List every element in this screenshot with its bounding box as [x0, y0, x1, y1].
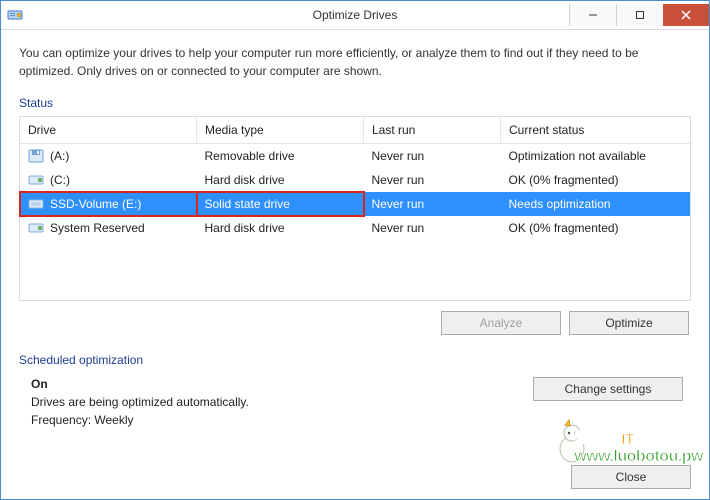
drives-table: Drive Media type Last run Current status…	[20, 117, 690, 240]
col-current-status[interactable]: Current status	[501, 117, 691, 144]
current-status: OK (0% fragmented)	[501, 168, 691, 192]
close-dialog-button[interactable]: Close	[571, 465, 691, 489]
table-row[interactable]: (C:) Hard disk driveNever runOK (0% fragm…	[20, 168, 690, 192]
last-run: Never run	[364, 216, 501, 240]
drive-icon	[28, 197, 44, 211]
table-row[interactable]: System Reserved Hard disk driveNever runO…	[20, 216, 690, 240]
drive-icon	[28, 221, 44, 235]
drive-icon	[28, 173, 44, 187]
media-type: Hard disk drive	[197, 168, 364, 192]
app-icon	[7, 7, 23, 23]
last-run: Never run	[364, 192, 501, 216]
last-run: Never run	[364, 168, 501, 192]
col-media[interactable]: Media type	[197, 117, 364, 144]
scheduled-label: Scheduled optimization	[19, 353, 691, 367]
mascot-image	[555, 419, 589, 463]
analyze-button[interactable]: Analyze	[441, 311, 561, 335]
description-text: You can optimize your drives to help you…	[19, 44, 691, 80]
content-area: You can optimize your drives to help you…	[1, 30, 709, 439]
media-type: Solid state drive	[197, 192, 364, 216]
schedule-frequency: Frequency: Weekly	[31, 413, 249, 427]
window-controls	[569, 4, 709, 26]
drive-name: System Reserved	[50, 221, 145, 235]
schedule-text: On Drives are being optimized automatica…	[31, 377, 249, 431]
current-status: OK (0% fragmented)	[501, 216, 691, 240]
status-label: Status	[19, 96, 691, 110]
close-button[interactable]	[663, 4, 709, 26]
drive-name: (C:)	[50, 173, 70, 187]
media-type: Hard disk drive	[197, 216, 364, 240]
change-settings-button[interactable]: Change settings	[533, 377, 683, 401]
footer: Close	[571, 465, 691, 489]
schedule-desc: Drives are being optimized automatically…	[31, 395, 249, 409]
col-drive[interactable]: Drive	[20, 117, 197, 144]
table-row[interactable]: SSD-Volume (E:) Solid state driveNever ru…	[20, 192, 690, 216]
titlebar: Optimize Drives	[1, 1, 709, 30]
action-buttons: Analyze Optimize	[19, 311, 691, 335]
watermark-line2: www.luobotou.pw	[574, 449, 703, 465]
drive-name: (A:)	[50, 149, 69, 163]
media-type: Removable drive	[197, 144, 364, 169]
maximize-button[interactable]	[616, 4, 663, 26]
drive-name: SSD-Volume (E:)	[50, 197, 141, 211]
drives-list: Drive Media type Last run Current status…	[19, 116, 691, 301]
minimize-button[interactable]	[569, 4, 616, 26]
current-status: Optimization not available	[501, 144, 691, 169]
last-run: Never run	[364, 144, 501, 169]
current-status: Needs optimization	[501, 192, 691, 216]
scheduled-optimization: Scheduled optimization On Drives are bei…	[19, 353, 691, 431]
drive-icon	[28, 149, 44, 163]
schedule-state: On	[31, 377, 249, 391]
optimize-drives-window: Optimize Drives You can optimize your dr…	[0, 0, 710, 500]
optimize-button[interactable]: Optimize	[569, 311, 689, 335]
table-row[interactable]: (A:) Removable driveNever runOptimization…	[20, 144, 690, 169]
col-last-run[interactable]: Last run	[364, 117, 501, 144]
